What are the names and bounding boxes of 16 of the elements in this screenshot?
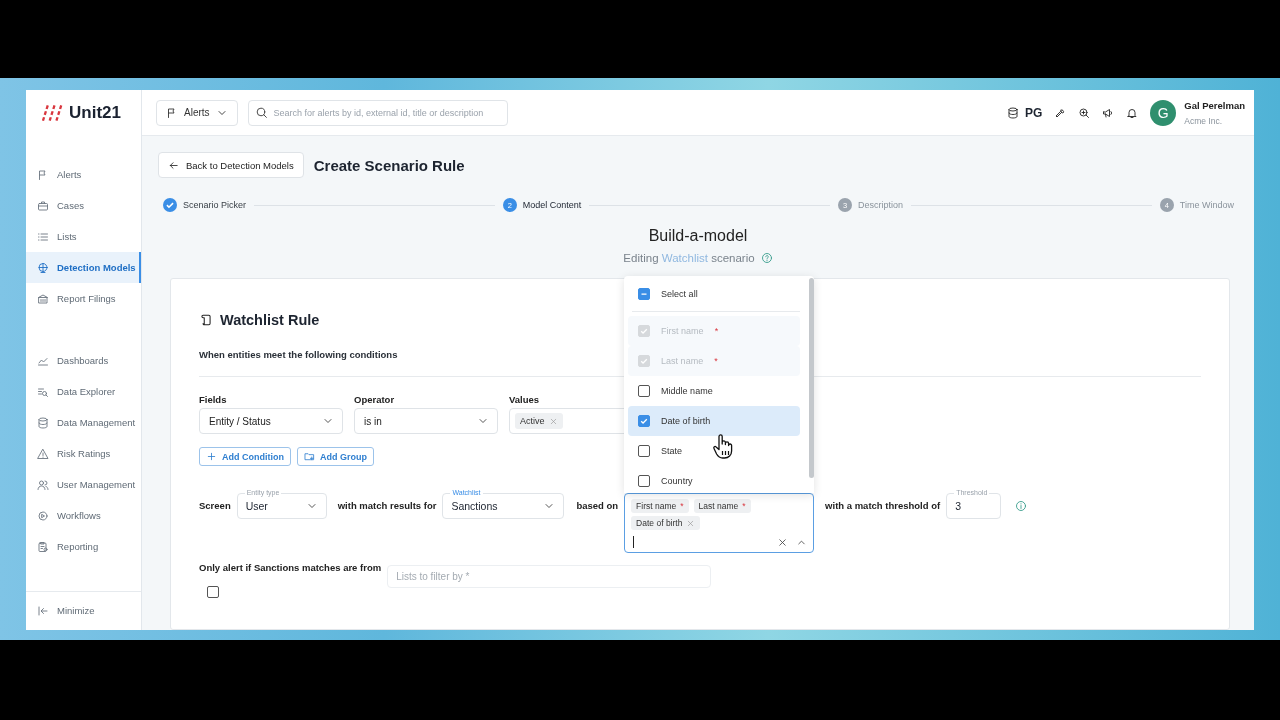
rule-description: When entities meet the following conditions [199, 349, 398, 360]
logo-text: Unit21 [69, 103, 121, 123]
connector-text: based on [576, 500, 619, 511]
filter-label: Only alert if Sanctions matches are from [199, 562, 382, 573]
connector-text: with a match threshold of [825, 500, 941, 511]
organization-name: Acme Inc. [1184, 115, 1224, 126]
user-name: Gal Perelman [1184, 99, 1245, 111]
builder-subtitle: Editing Watchlist scenario [623, 252, 755, 264]
rule-title: Watchlist Rule [220, 312, 320, 328]
connector-text: with match results for [337, 500, 437, 511]
screen-label: Screen [199, 500, 231, 511]
builder-title: Build-a-model [648, 227, 748, 245]
page-title: Create Scenario Rule [313, 156, 465, 174]
field-label: Operator [354, 394, 396, 405]
field-label: Values [509, 394, 541, 405]
field-label: Fields [199, 394, 228, 405]
